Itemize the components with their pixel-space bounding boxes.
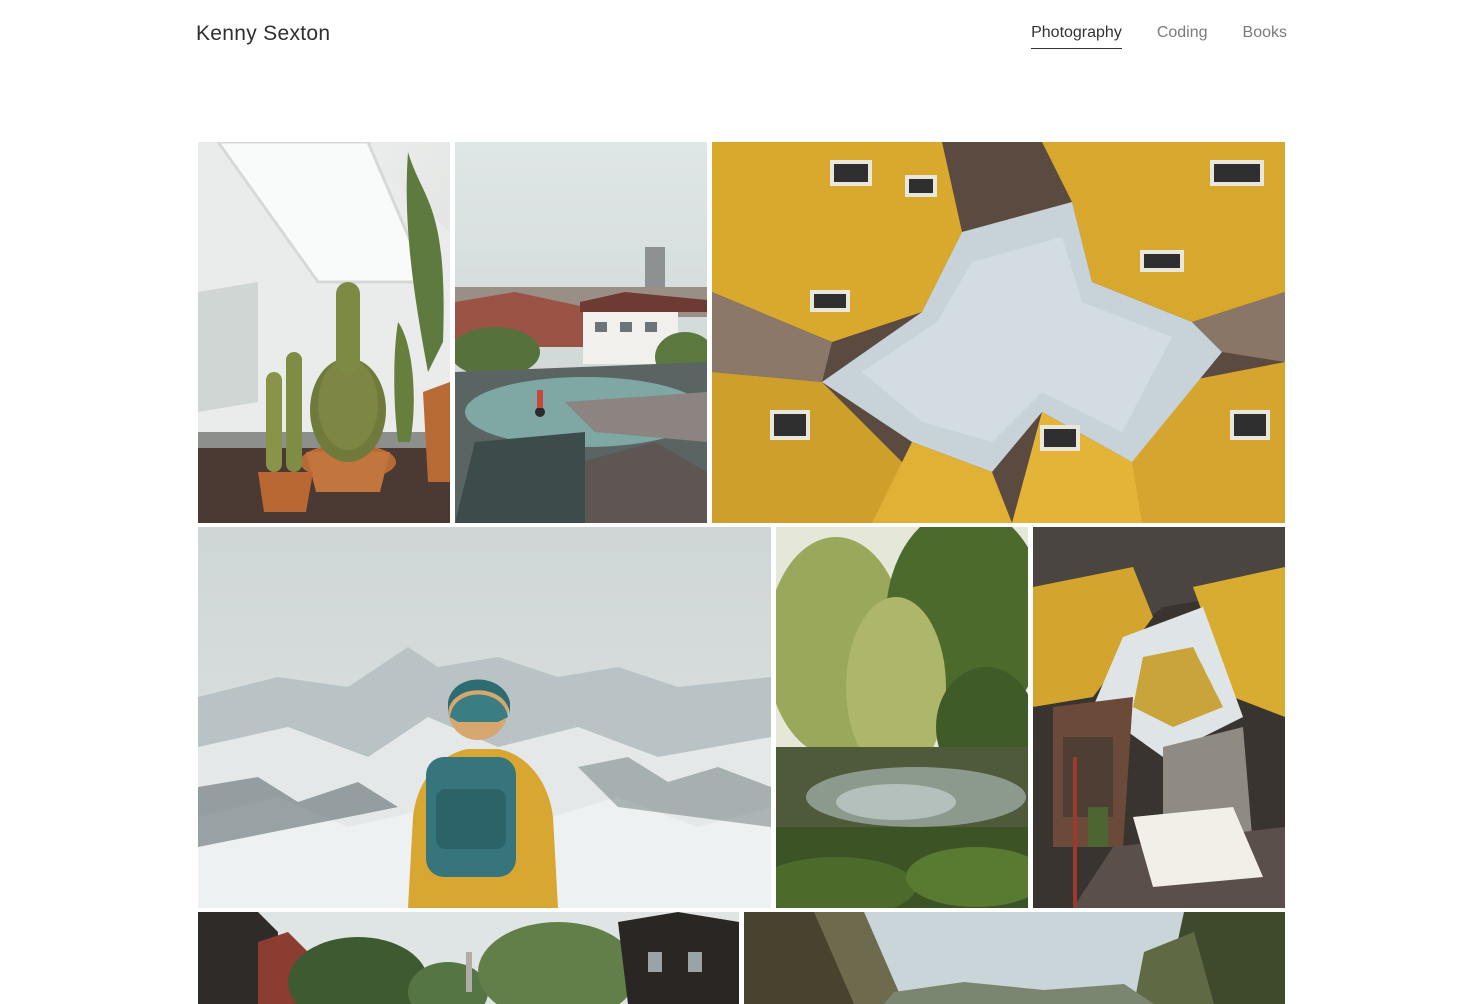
photo-rooftop-cyclist[interactable] xyxy=(455,142,707,523)
nav-books[interactable]: Books xyxy=(1243,22,1287,49)
photo-cube-houses-courtyard[interactable] xyxy=(1033,527,1285,908)
photo-cacti[interactable] xyxy=(198,142,450,523)
photo-city-street[interactable] xyxy=(198,912,739,1004)
photo-mountain-valley[interactable] xyxy=(744,912,1285,1004)
nav-coding[interactable]: Coding xyxy=(1157,22,1208,49)
photo-hiker-mountains[interactable] xyxy=(198,527,771,908)
photo-willow-pond[interactable] xyxy=(776,527,1028,908)
nav-photography[interactable]: Photography xyxy=(1031,22,1122,49)
main-nav: Photography Coding Books xyxy=(1031,22,1287,49)
site-title[interactable]: Kenny Sexton xyxy=(196,20,330,48)
photo-cube-houses-sky[interactable] xyxy=(712,142,1285,523)
